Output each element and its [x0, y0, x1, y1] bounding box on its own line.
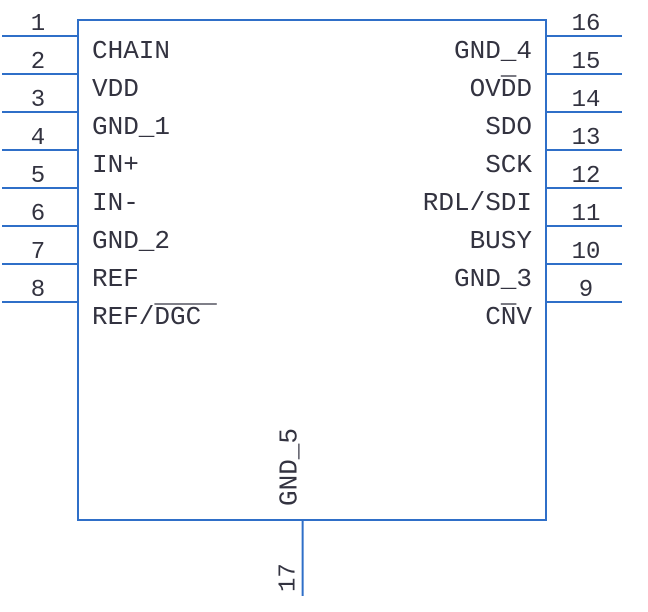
pin-16-number: 16	[572, 11, 601, 38]
pin-7-label: REF	[92, 264, 139, 294]
pin-10-number: 10	[572, 239, 601, 266]
pin-17-number: 17	[276, 563, 303, 592]
pin-1-label: CHAIN	[92, 36, 170, 66]
pin-13-label: SCK	[485, 150, 532, 180]
pin-4-number: 4	[31, 125, 45, 152]
pin-4-label: IN+	[92, 150, 139, 180]
pin-9-number: 9	[579, 277, 593, 304]
pin-10-label: GND_3	[454, 264, 532, 294]
pin-8-number: 8	[31, 277, 45, 304]
pin-17-label: GND_5	[275, 428, 305, 506]
pin-13-number: 13	[572, 125, 601, 152]
pin-7-number: 7	[31, 239, 45, 266]
pin-12-label: RDL/SDI	[423, 188, 532, 218]
pin-2-label: VDD	[92, 74, 139, 104]
pin-14-number: 14	[572, 87, 601, 114]
pin-14-label: SDO	[485, 112, 532, 142]
pin-11-label: BUSY	[470, 226, 533, 256]
pin-15-number: 15	[572, 49, 601, 76]
pin-9-label: CNV	[485, 302, 532, 332]
pin-12-number: 12	[572, 163, 601, 190]
pin-3-label: GND_1	[92, 112, 170, 142]
pin-8-label: REF/DGC	[92, 302, 201, 332]
pin-1-number: 1	[31, 11, 45, 38]
pin-5-label: IN-	[92, 188, 139, 218]
pin-11-number: 11	[572, 201, 601, 228]
pin-6-number: 6	[31, 201, 45, 228]
pin-15-label: OVDD	[470, 74, 532, 104]
pin-6-label: GND_2	[92, 226, 170, 256]
pin-5-number: 5	[31, 163, 45, 190]
pin-16-label: GND_4	[454, 36, 532, 66]
pin-3-number: 3	[31, 87, 45, 114]
pin-2-number: 2	[31, 49, 45, 76]
